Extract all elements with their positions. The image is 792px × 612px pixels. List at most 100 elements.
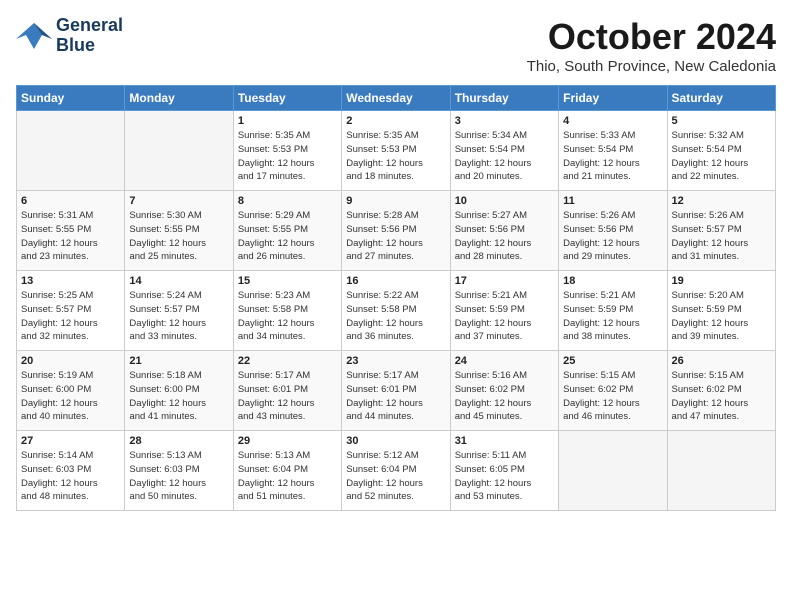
calendar-week-3: 13 Sunrise: 5:25 AM Sunset: 5:57 PM Dayli… — [17, 271, 776, 351]
calendar-week-2: 6 Sunrise: 5:31 AM Sunset: 5:55 PM Daylig… — [17, 191, 776, 271]
day-detail: Sunrise: 5:16 AM Sunset: 6:02 PM Dayligh… — [455, 369, 554, 424]
calendar-cell: 9Sunrise: 5:28 AM Sunset: 5:56 PM Daylig… — [342, 191, 450, 271]
location-subtitle: Thio, South Province, New Caledonia — [527, 58, 776, 75]
day-detail: Sunrise: 5:26 AM Sunset: 5:57 PM Dayligh… — [672, 209, 771, 264]
day-detail: Sunrise: 5:31 AM Sunset: 5:55 PM Dayligh… — [21, 209, 120, 264]
day-detail: Sunrise: 5:17 AM Sunset: 6:01 PM Dayligh… — [346, 369, 445, 424]
calendar-cell: 14 Sunrise: 5:24 AM Sunset: 5:57 PM Dayli… — [125, 271, 233, 351]
calendar-cell — [667, 431, 775, 511]
day-number: 6 — [21, 195, 120, 207]
calendar-cell: 24 Sunrise: 5:16 AM Sunset: 6:02 PM Dayli… — [450, 351, 558, 431]
day-detail: Sunrise: 5:21 AM Sunset: 5:59 PM Dayligh… — [563, 289, 662, 344]
calendar-week-1: 1Sunrise: 5:35 AM Sunset: 5:53 PM Daylig… — [17, 111, 776, 191]
day-detail: Sunrise: 5:13 AM Sunset: 6:03 PM Dayligh… — [129, 449, 228, 504]
day-number: 15 — [238, 275, 337, 287]
day-detail: Sunrise: 5:14 AM Sunset: 6:03 PM Dayligh… — [21, 449, 120, 504]
calendar-cell: 8 Sunrise: 5:29 AM Sunset: 5:55 PM Daylig… — [233, 191, 341, 271]
calendar-cell: 26Sunrise: 5:15 AM Sunset: 6:02 PM Dayli… — [667, 351, 775, 431]
calendar-cell: 3Sunrise: 5:34 AM Sunset: 5:54 PM Daylig… — [450, 111, 558, 191]
day-detail: Sunrise: 5:33 AM Sunset: 5:54 PM Dayligh… — [563, 129, 662, 184]
day-detail: Sunrise: 5:30 AM Sunset: 5:55 PM Dayligh… — [129, 209, 228, 264]
day-detail: Sunrise: 5:21 AM Sunset: 5:59 PM Dayligh… — [455, 289, 554, 344]
calendar-cell: 16Sunrise: 5:22 AM Sunset: 5:58 PM Dayli… — [342, 271, 450, 351]
day-number: 4 — [563, 115, 662, 127]
day-number: 23 — [346, 355, 445, 367]
logo-text: General Blue — [56, 16, 123, 56]
calendar-cell: 21Sunrise: 5:18 AM Sunset: 6:00 PM Dayli… — [125, 351, 233, 431]
calendar-cell: 25 Sunrise: 5:15 AM Sunset: 6:02 PM Dayli… — [559, 351, 667, 431]
header-monday: Monday — [125, 86, 233, 111]
day-detail: Sunrise: 5:15 AM Sunset: 6:02 PM Dayligh… — [672, 369, 771, 424]
day-detail: Sunrise: 5:35 AM Sunset: 5:53 PM Dayligh… — [238, 129, 337, 184]
calendar-cell: 18 Sunrise: 5:21 AM Sunset: 5:59 PM Dayli… — [559, 271, 667, 351]
day-detail: Sunrise: 5:11 AM Sunset: 6:05 PM Dayligh… — [455, 449, 554, 504]
day-number: 7 — [129, 195, 228, 207]
day-detail: Sunrise: 5:15 AM Sunset: 6:02 PM Dayligh… — [563, 369, 662, 424]
calendar-cell: 28Sunrise: 5:13 AM Sunset: 6:03 PM Dayli… — [125, 431, 233, 511]
day-number: 5 — [672, 115, 771, 127]
day-number: 27 — [21, 435, 120, 447]
day-number: 11 — [563, 195, 662, 207]
calendar-body: 1Sunrise: 5:35 AM Sunset: 5:53 PM Daylig… — [17, 111, 776, 511]
logo-icon — [16, 21, 52, 51]
day-detail: Sunrise: 5:18 AM Sunset: 6:00 PM Dayligh… — [129, 369, 228, 424]
calendar-cell: 13 Sunrise: 5:25 AM Sunset: 5:57 PM Dayli… — [17, 271, 125, 351]
calendar-cell: 5 Sunrise: 5:32 AM Sunset: 5:54 PM Daylig… — [667, 111, 775, 191]
calendar-cell — [125, 111, 233, 191]
header-friday: Friday — [559, 86, 667, 111]
day-number: 17 — [455, 275, 554, 287]
calendar-cell: 23 Sunrise: 5:17 AM Sunset: 6:01 PM Dayli… — [342, 351, 450, 431]
day-detail: Sunrise: 5:34 AM Sunset: 5:54 PM Dayligh… — [455, 129, 554, 184]
day-number: 13 — [21, 275, 120, 287]
day-number: 24 — [455, 355, 554, 367]
calendar-cell: 15 Sunrise: 5:23 AM Sunset: 5:58 PM Dayli… — [233, 271, 341, 351]
calendar-cell: 29 Sunrise: 5:13 AM Sunset: 6:04 PM Dayli… — [233, 431, 341, 511]
title-block: October 2024 Thio, South Province, New C… — [527, 16, 776, 75]
day-detail: Sunrise: 5:32 AM Sunset: 5:54 PM Dayligh… — [672, 129, 771, 184]
day-number: 29 — [238, 435, 337, 447]
month-title: October 2024 — [527, 16, 776, 58]
day-detail: Sunrise: 5:23 AM Sunset: 5:58 PM Dayligh… — [238, 289, 337, 344]
day-number: 8 — [238, 195, 337, 207]
day-detail: Sunrise: 5:27 AM Sunset: 5:56 PM Dayligh… — [455, 209, 554, 264]
calendar-cell: 2Sunrise: 5:35 AM Sunset: 5:53 PM Daylig… — [342, 111, 450, 191]
calendar-cell: 1Sunrise: 5:35 AM Sunset: 5:53 PM Daylig… — [233, 111, 341, 191]
logo: General Blue — [16, 16, 123, 56]
day-number: 2 — [346, 115, 445, 127]
day-number: 9 — [346, 195, 445, 207]
day-detail: Sunrise: 5:25 AM Sunset: 5:57 PM Dayligh… — [21, 289, 120, 344]
calendar-cell: 12 Sunrise: 5:26 AM Sunset: 5:57 PM Dayli… — [667, 191, 775, 271]
calendar-cell: 31 Sunrise: 5:11 AM Sunset: 6:05 PM Dayli… — [450, 431, 558, 511]
day-number: 19 — [672, 275, 771, 287]
day-number: 30 — [346, 435, 445, 447]
calendar-cell: 17 Sunrise: 5:21 AM Sunset: 5:59 PM Dayli… — [450, 271, 558, 351]
day-number: 25 — [563, 355, 662, 367]
calendar-table: SundayMondayTuesdayWednesdayThursdayFrid… — [16, 85, 776, 511]
day-number: 18 — [563, 275, 662, 287]
calendar-cell: 11Sunrise: 5:26 AM Sunset: 5:56 PM Dayli… — [559, 191, 667, 271]
calendar-cell: 27 Sunrise: 5:14 AM Sunset: 6:03 PM Dayli… — [17, 431, 125, 511]
day-number: 16 — [346, 275, 445, 287]
calendar-cell: 20Sunrise: 5:19 AM Sunset: 6:00 PM Dayli… — [17, 351, 125, 431]
day-number: 22 — [238, 355, 337, 367]
day-detail: Sunrise: 5:17 AM Sunset: 6:01 PM Dayligh… — [238, 369, 337, 424]
header-thursday: Thursday — [450, 86, 558, 111]
calendar-week-5: 27 Sunrise: 5:14 AM Sunset: 6:03 PM Dayli… — [17, 431, 776, 511]
calendar-cell: 6 Sunrise: 5:31 AM Sunset: 5:55 PM Daylig… — [17, 191, 125, 271]
page-header: General Blue October 2024 Thio, South Pr… — [16, 16, 776, 75]
day-detail: Sunrise: 5:24 AM Sunset: 5:57 PM Dayligh… — [129, 289, 228, 344]
calendar-cell — [17, 111, 125, 191]
day-number: 10 — [455, 195, 554, 207]
day-detail: Sunrise: 5:13 AM Sunset: 6:04 PM Dayligh… — [238, 449, 337, 504]
calendar-cell — [559, 431, 667, 511]
day-detail: Sunrise: 5:29 AM Sunset: 5:55 PM Dayligh… — [238, 209, 337, 264]
calendar-cell: 7 Sunrise: 5:30 AM Sunset: 5:55 PM Daylig… — [125, 191, 233, 271]
header-saturday: Saturday — [667, 86, 775, 111]
day-number: 14 — [129, 275, 228, 287]
header-wednesday: Wednesday — [342, 86, 450, 111]
day-detail: Sunrise: 5:20 AM Sunset: 5:59 PM Dayligh… — [672, 289, 771, 344]
day-number: 31 — [455, 435, 554, 447]
day-number: 12 — [672, 195, 771, 207]
calendar-week-4: 20Sunrise: 5:19 AM Sunset: 6:00 PM Dayli… — [17, 351, 776, 431]
calendar-cell: 30Sunrise: 5:12 AM Sunset: 6:04 PM Dayli… — [342, 431, 450, 511]
